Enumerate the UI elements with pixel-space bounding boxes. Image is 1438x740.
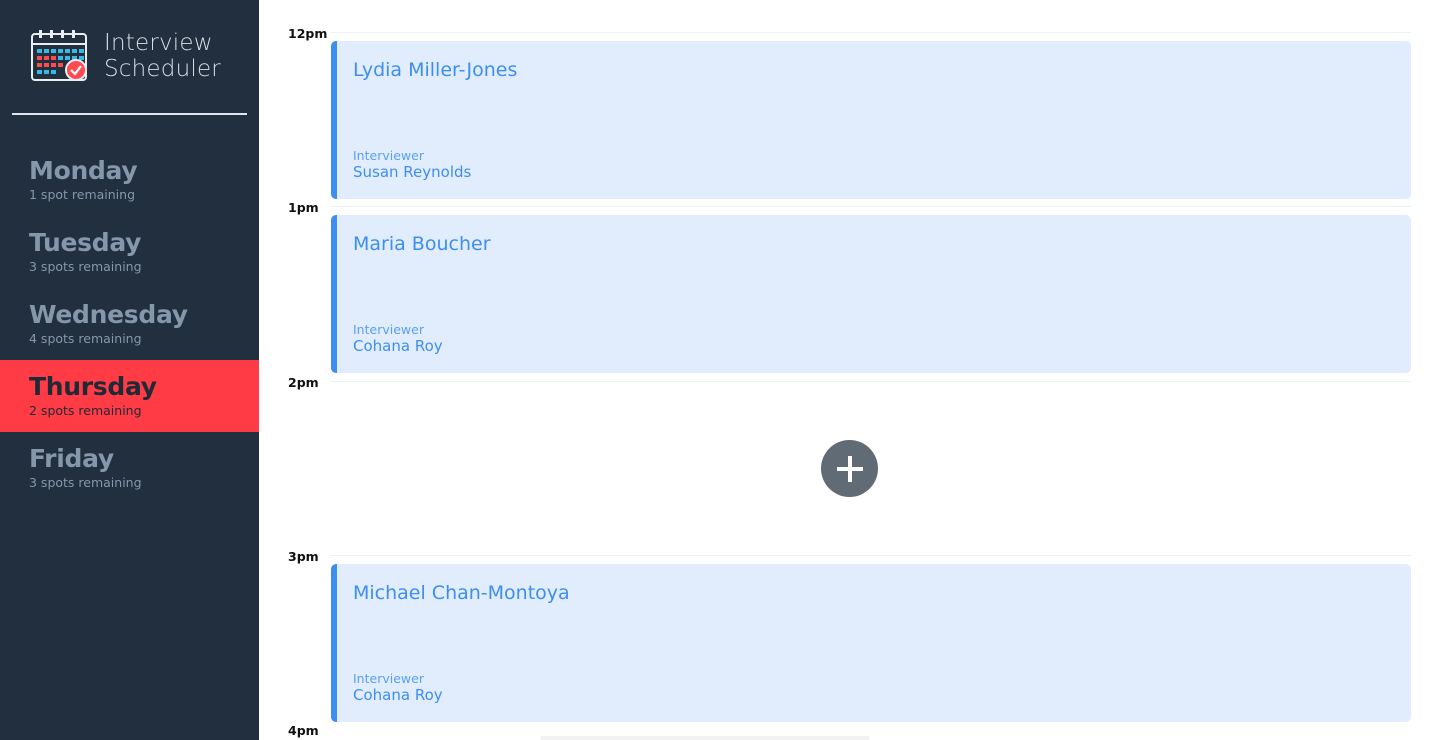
interviewer-label: Interviewer xyxy=(353,322,424,337)
app-title: Interview Scheduler xyxy=(104,30,221,82)
time-label: 3pm xyxy=(288,549,319,564)
time-label: 12pm xyxy=(288,26,328,41)
add-appointment-button[interactable] xyxy=(821,440,878,497)
student-name: Michael Chan-Montoya xyxy=(353,582,570,604)
day-item-monday[interactable]: Monday 1 spot remaining xyxy=(0,144,259,216)
day-item-wednesday[interactable]: Wednesday 4 spots remaining xyxy=(0,288,259,360)
day-name: Tuesday xyxy=(29,228,142,257)
time-label: 4pm xyxy=(288,723,319,738)
interviewer-name: Cohana Roy xyxy=(353,337,443,355)
day-spots: 3 spots remaining xyxy=(29,259,142,274)
time-label: 2pm xyxy=(288,375,319,390)
day-name: Friday xyxy=(29,444,114,473)
day-spots: 4 spots remaining xyxy=(29,331,142,346)
day-item-thursday[interactable]: Thursday 2 spots remaining xyxy=(0,360,259,432)
day-name: Thursday xyxy=(29,372,157,401)
sidebar-divider xyxy=(12,113,247,115)
student-name: Maria Boucher xyxy=(353,233,491,255)
appointment-card[interactable]: Michael Chan-Montoya Interviewer Cohana … xyxy=(331,564,1411,722)
appointment-card[interactable]: Lydia Miller-Jones Interviewer Susan Rey… xyxy=(331,41,1411,199)
appointment-card[interactable]: Maria Boucher Interviewer Cohana Roy xyxy=(331,215,1411,373)
hour-divider xyxy=(330,381,1411,382)
interviewer-label: Interviewer xyxy=(353,148,424,163)
student-name: Lydia Miller-Jones xyxy=(353,59,518,81)
scroll-shadow xyxy=(540,736,870,740)
interviewer-name: Cohana Roy xyxy=(353,686,443,704)
hour-divider xyxy=(330,555,1411,556)
interviewer-label: Interviewer xyxy=(353,671,424,686)
hour-divider xyxy=(330,206,1411,207)
calendar-check-icon xyxy=(31,30,87,81)
day-spots: 1 spot remaining xyxy=(29,187,136,202)
hour-divider xyxy=(330,32,1411,33)
day-name: Wednesday xyxy=(29,300,188,329)
sidebar: Interview Scheduler Monday 1 spot remain… xyxy=(0,0,259,740)
day-item-tuesday[interactable]: Tuesday 3 spots remaining xyxy=(0,216,259,288)
interviewer-name: Susan Reynolds xyxy=(353,163,472,181)
day-spots: 3 spots remaining xyxy=(29,475,142,490)
schedule: 12pm Lydia Miller-Jones Interviewer Susa… xyxy=(259,0,1438,740)
app-title-line1: Interview xyxy=(104,30,213,56)
day-name: Monday xyxy=(29,156,138,185)
app-title-line2: Scheduler xyxy=(104,56,221,82)
day-spots: 2 spots remaining xyxy=(29,403,142,418)
brand: Interview Scheduler xyxy=(30,28,221,84)
time-label: 1pm xyxy=(288,200,319,215)
day-item-friday[interactable]: Friday 3 spots remaining xyxy=(0,432,259,504)
day-list: Monday 1 spot remaining Tuesday 3 spots … xyxy=(0,144,259,504)
plus-icon xyxy=(836,455,863,482)
